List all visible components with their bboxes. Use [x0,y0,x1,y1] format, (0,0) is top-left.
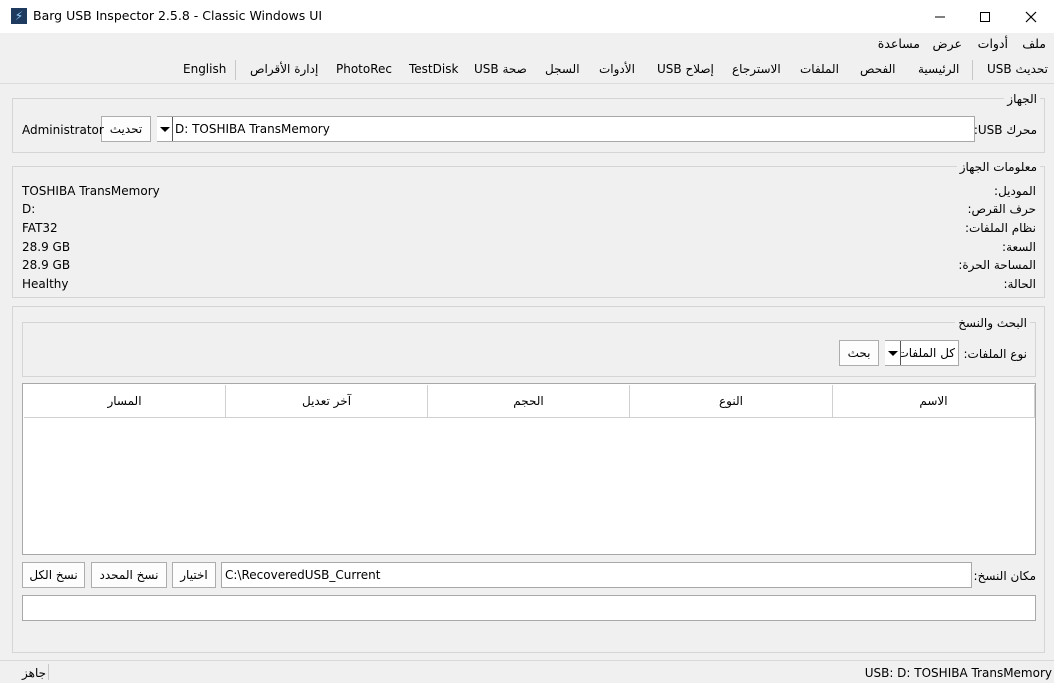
language-button[interactable]: English [183,62,226,76]
info-filesystem-value: FAT32 [22,221,58,235]
device-info-group [12,166,1045,298]
toolbar-photorec[interactable]: PhotoRec [336,62,392,76]
info-model-label: الموديل: [994,184,1036,198]
search-button[interactable]: بحث [839,340,879,366]
window-title: Barg USB Inspector 2.5.8 - Classic Windo… [33,8,323,23]
toolbar: USB تحديث الرئيسية الفحص الملفات الاسترج… [0,56,1054,84]
close-button[interactable] [1008,0,1054,33]
menu-bar: ملف أدوات عرض مساعدة [0,33,1054,55]
toolbar-separator [972,60,973,80]
toolbar-log[interactable]: السجل [545,62,580,76]
column-header-size[interactable]: الحجم [428,385,630,418]
info-model-value: TOSHIBA TransMemory [22,184,160,198]
minimize-button[interactable] [917,0,963,33]
usb-drive-select[interactable]: D: TOSHIBA TransMemory [157,116,975,142]
toolbar-refresh-usb[interactable]: USB تحديث [987,62,1048,76]
toolbar-separator [235,60,236,80]
copy-all-button[interactable]: نسخ الكل [22,562,85,588]
info-filesystem-label: نظام الملفات: [964,221,1036,235]
menu-view[interactable]: عرض [933,36,962,51]
column-header-name[interactable]: الاسم [833,385,1035,418]
copy-selected-button[interactable]: نسخ المحدد [91,562,167,588]
results-table[interactable]: الاسم النوع الحجم آخر تعديل المسار [22,383,1036,555]
toolbar-files[interactable]: الملفات [800,62,839,76]
chevron-down-icon[interactable] [885,341,901,365]
device-group-label: الجهاز [1004,92,1040,106]
toolbar-disk-management[interactable]: إدارة الأقراص [250,62,318,76]
usb-drive-label: محرك USB: [973,123,1037,137]
toolbar-scan[interactable]: الفحص [860,62,896,76]
device-info-label: معلومات الجهاز [956,160,1040,174]
info-status-label: الحالة: [1003,277,1036,291]
bolt-icon: ⚡ [11,8,27,24]
toolbar-tools[interactable]: الأدوات [599,62,635,76]
info-capacity-label: السعة: [1002,240,1036,254]
progress-field [22,595,1036,621]
menu-tools[interactable]: أدوات [978,36,1008,51]
info-status-value: Healthy [22,277,69,291]
title-bar: ⚡ Barg USB Inspector 2.5.8 - Classic Win… [0,0,1054,33]
search-copy-label: البحث والنسخ [955,316,1030,330]
status-bar: جاهز USB: D: TOSHIBA TransMemory [0,660,1054,683]
info-drive-letter-value: D: [22,202,36,216]
chevron-down-icon[interactable] [157,117,173,141]
copy-location-label: مكان النسخ: [973,569,1036,583]
toolbar-usb-repair[interactable]: USB إصلاح [657,62,714,76]
info-capacity-value: 28.9 GB [22,240,71,254]
toolbar-testdisk[interactable]: TestDisk [409,62,458,76]
menu-help[interactable]: مساعدة [878,36,920,51]
status-left: جاهز [22,666,47,680]
info-free-space-value: 28.9 GB [22,258,71,272]
status-separator [48,664,49,680]
search-copy-group [22,322,1036,377]
file-type-label: نوع الملفات: [963,347,1027,361]
toolbar-usb-health[interactable]: USB صحة [474,62,527,76]
status-right: USB: D: TOSHIBA TransMemory [864,666,1052,680]
maximize-button[interactable] [962,0,1008,33]
column-header-type[interactable]: النوع [630,385,833,418]
menu-file[interactable]: ملف [1022,36,1046,51]
info-drive-letter-label: حرف القرص: [967,202,1036,216]
choose-folder-button[interactable]: اختيار [172,562,216,588]
toolbar-home[interactable]: الرئيسية [918,62,959,76]
copy-location-input[interactable]: C:\RecoveredUSB_Current [221,562,972,588]
toolbar-recovery[interactable]: الاسترجاع [732,62,781,76]
refresh-button[interactable]: تحديث [101,116,151,142]
column-header-modified[interactable]: آخر تعديل [226,385,428,418]
user-label: Administrator [22,123,104,137]
column-header-path[interactable]: المسار [24,385,226,418]
info-free-space-label: المساحة الحرة: [958,258,1036,272]
